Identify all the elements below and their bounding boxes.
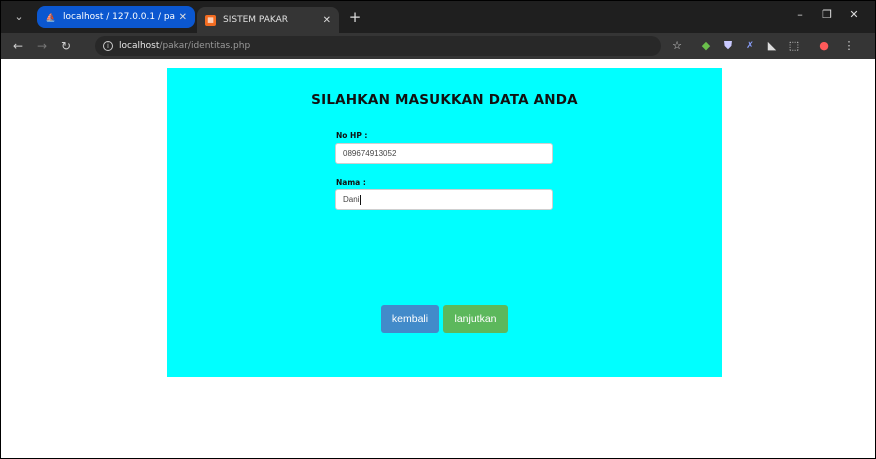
text-caret [360,194,362,205]
form-panel: SILAHKAN MASUKKAN DATA ANDA No HP : 0896… [167,68,722,377]
extension-arrow-icon[interactable]: ◣ [764,38,780,54]
close-window-icon[interactable]: ✕ [845,8,863,21]
page-viewport: SILAHKAN MASUKKAN DATA ANDA No HP : 0896… [1,59,875,458]
phone-input[interactable]: 089674913052 [335,143,553,164]
phone-input-value: 089674913052 [343,149,397,158]
close-tab-icon[interactable]: ✕ [179,12,187,23]
address-bar[interactable]: i localhost /pakar/identitas.php [95,36,661,56]
name-input-value: Dani [343,195,360,204]
extension-shield-icon[interactable]: ⛊ [720,38,736,54]
minimize-icon[interactable]: – [791,8,809,21]
back-arrow-icon[interactable]: ← [9,37,27,55]
address-toolbar: ← → ↻ i localhost /pakar/identitas.php ☆… [1,33,875,59]
back-button[interactable]: kembali [381,305,439,333]
phone-label: No HP : [336,131,368,140]
new-tab-icon[interactable]: + [345,7,365,27]
page-title: SILAHKAN MASUKKAN DATA ANDA [311,92,578,108]
tab-phpmyadmin[interactable]: ⛵ localhost / 127.0.0.1 / pakar | p ✕ [37,6,195,28]
site-info-icon[interactable]: i [103,41,113,51]
name-input[interactable]: Dani [335,189,553,210]
extensions-puzzle-icon[interactable]: ⬚ [786,38,802,54]
tab-title: SISTEM PAKAR [223,15,289,25]
bookmark-star-icon[interactable]: ☆ [669,38,685,54]
name-label: Nama : [336,178,366,187]
tab-sistem-pakar[interactable]: ▦ SISTEM PAKAR ✕ [197,7,339,33]
browser-window: ⌄ ⛵ localhost / 127.0.0.1 / pakar | p ✕ … [0,0,876,459]
tab-search-chevron-icon[interactable]: ⌄ [9,7,29,27]
more-menu-icon[interactable]: ⋮ [841,38,857,54]
extension-x-icon[interactable]: ✗ [742,38,758,54]
tab-title: localhost / 127.0.0.1 / pakar | p [63,12,175,22]
close-tab-icon[interactable]: ✕ [323,15,331,26]
forward-arrow-icon[interactable]: → [33,37,51,55]
restore-icon[interactable]: ❐ [818,8,836,21]
phpmyadmin-icon: ⛵ [45,12,56,22]
profile-avatar-icon[interactable]: ● [816,38,832,54]
continue-button[interactable]: lanjutkan [443,305,508,333]
tab-strip: ⌄ ⛵ localhost / 127.0.0.1 / pakar | p ✕ … [1,1,875,33]
url-path: /pakar/identitas.php [159,41,251,51]
reload-icon[interactable]: ↻ [57,37,75,55]
site-icon: ▦ [205,14,216,26]
extension-leaf-icon[interactable]: ◆ [698,38,714,54]
url-host: localhost [119,41,160,51]
